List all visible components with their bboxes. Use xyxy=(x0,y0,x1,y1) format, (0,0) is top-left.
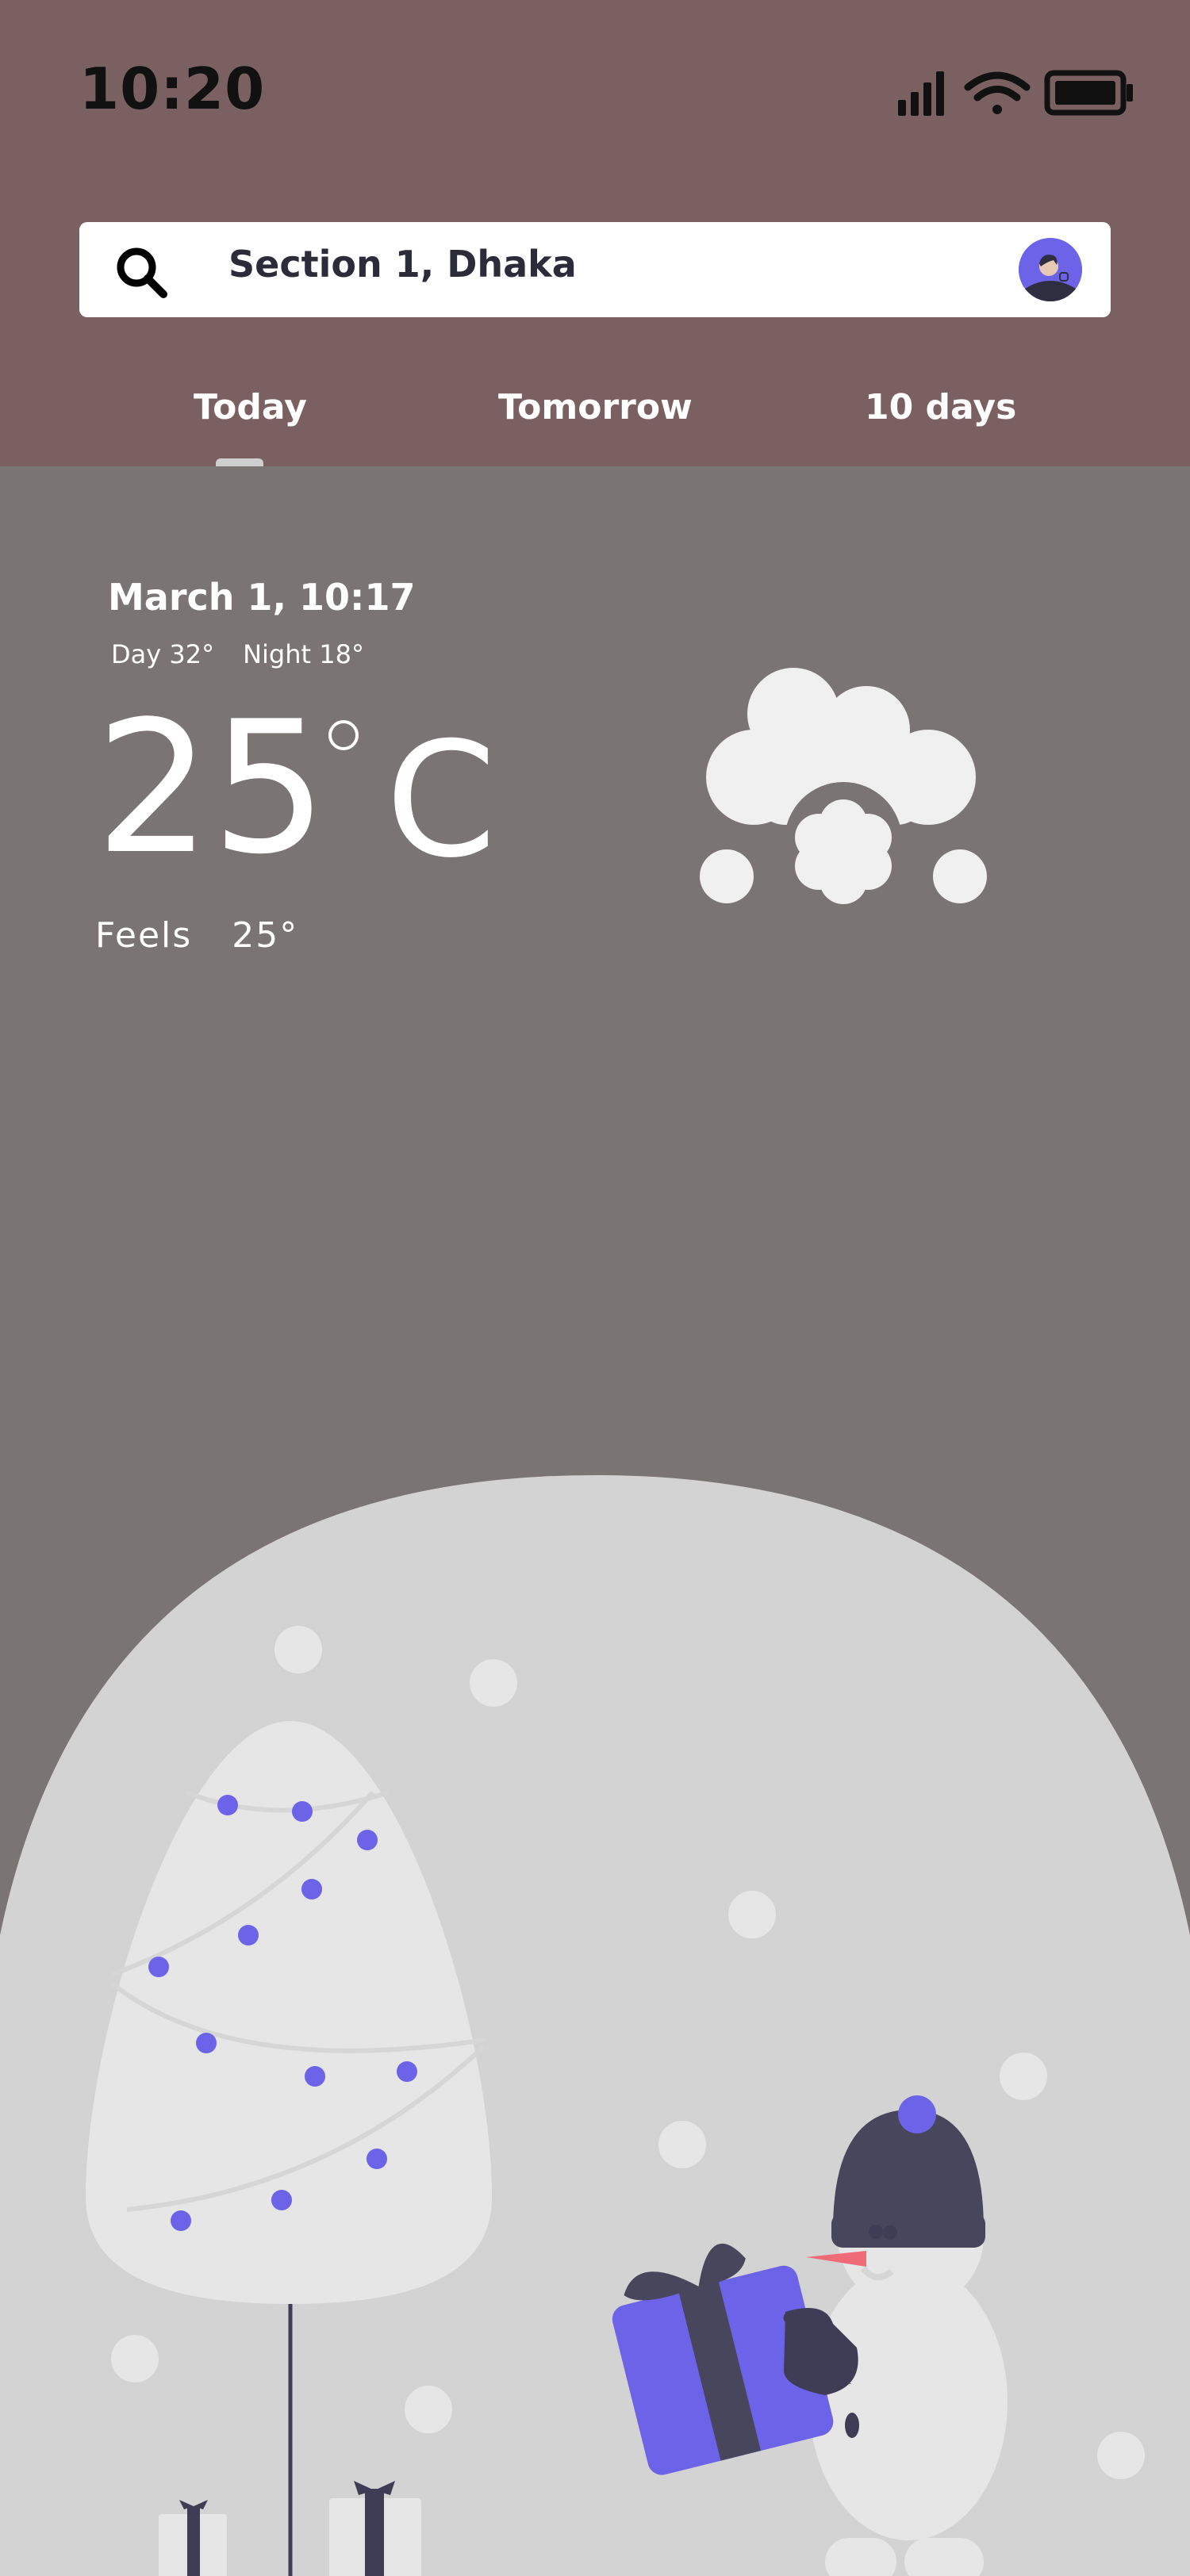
status-icons xyxy=(889,63,1142,119)
search-bar[interactable]: Section 1, Dhaka xyxy=(79,222,1111,317)
current-datetime: March 1, 10:17 xyxy=(108,576,416,619)
temperature-unit: C xyxy=(386,708,497,893)
current-temperature: 25 xyxy=(95,683,328,895)
winter-illustration xyxy=(0,1475,1190,2576)
search-icon[interactable] xyxy=(111,242,175,305)
tab-tomorrow[interactable]: Tomorrow xyxy=(498,387,693,427)
tab-today[interactable]: Today xyxy=(194,387,307,427)
battery-icon xyxy=(1044,70,1133,116)
degree-symbol xyxy=(328,720,359,750)
app-header: 10:20 Section 1, Dhaka Today Tomorrow 10… xyxy=(0,0,1190,466)
signal-icon xyxy=(898,71,944,116)
active-tab-indicator xyxy=(216,458,263,466)
feels-like: Feels 25° xyxy=(95,915,298,956)
day-temp: Day 32° xyxy=(111,639,215,669)
wifi-icon xyxy=(964,71,1031,114)
day-night-temps: Day 32° Night 18° xyxy=(111,639,393,669)
cloud-snow-icon xyxy=(700,668,987,904)
tab-10-days[interactable]: 10 days xyxy=(865,387,1016,427)
location-text[interactable]: Section 1, Dhaka xyxy=(228,243,577,286)
feels-label: Feels xyxy=(95,915,193,956)
feels-value: 25° xyxy=(232,915,299,956)
night-temp: Night 18° xyxy=(243,639,364,669)
status-time: 10:20 xyxy=(79,56,266,122)
avatar[interactable] xyxy=(1019,238,1082,301)
